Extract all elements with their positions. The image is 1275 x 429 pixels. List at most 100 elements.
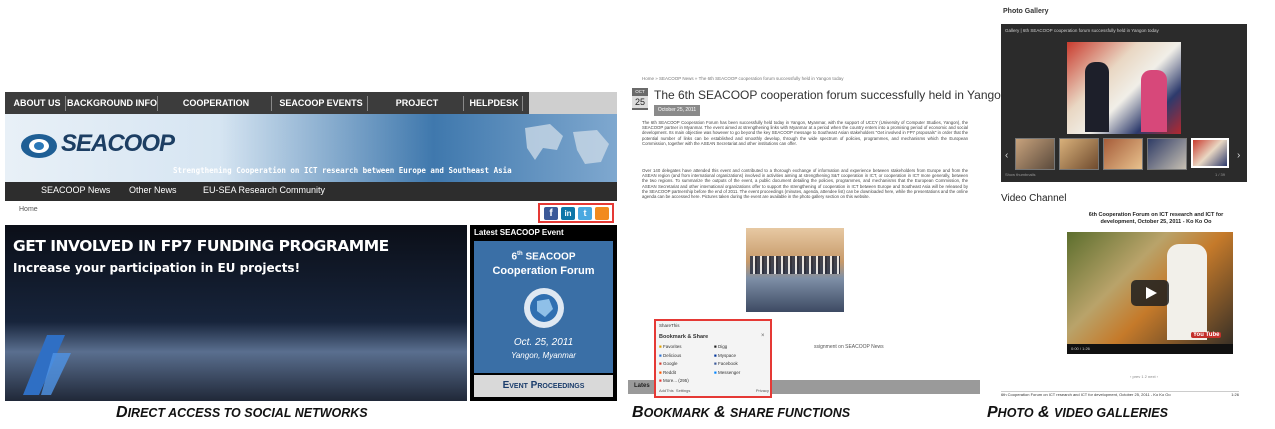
addthis-link[interactable]: AddThis [659,388,674,393]
facebook-icon[interactable]: f [544,207,558,220]
nav-background-info[interactable]: BACKGROUND INFO [67,96,158,111]
privacy-link[interactable]: Privacy [756,388,769,393]
video-pager[interactable]: ‹ prev 1 2 next › [1130,374,1158,379]
banner-tagline: Strengthening Cooperation on ICT researc… [173,166,512,175]
gallery-page-screenshot: Photo Gallery Gallery | 6th SEACOOP coop… [985,0,1270,402]
thumbnail-4[interactable] [1147,138,1187,170]
article-page-screenshot: Home » SEACOOP News » The 6th SEACOOP co… [628,72,1040,402]
video-controls[interactable]: 0:00 / 1:26 [1067,344,1233,354]
gallery-prev-icon[interactable]: ‹ [1005,150,1008,161]
date-day: 25 [632,96,648,108]
nav-cooperation-priorities[interactable]: COOPERATION PRIORITIES [161,96,272,123]
date-month: OCT [635,89,645,94]
thumbnail-2[interactable] [1059,138,1099,170]
photo-gallery-viewer: Gallery | 6th SEACOOP cooperation forum … [1001,24,1247,182]
nav-seacoop-events[interactable]: SEACOOP EVENTS [275,96,368,111]
caption-bookmark-share: BOOKMARK & SHARE FUNCTIONS [632,404,851,421]
date-badge: October 25, 2011 [654,105,700,116]
sharethis-toolbar[interactable]: ShareThis [659,323,680,328]
latest-event-panel: Latest SEACOOP Event 6th SEACOOP Coopera… [470,225,617,401]
gallery-header: Gallery | 6th SEACOOP cooperation forum … [1005,28,1159,33]
hero-banner[interactable]: GET INVOLVED IN FP7 FUNDING PROGRAMME In… [5,225,467,401]
video-time: 0:00 / 1:26 [1071,346,1090,351]
event-card: 6th SEACOOP Cooperation Forum Oct. 25, 2… [474,241,613,373]
share-google[interactable]: ■ Google [659,360,689,369]
video-list-duration: 1:26 [1231,392,1239,397]
nav-search-area [529,92,617,114]
breadcrumb[interactable]: Home [19,206,38,213]
speaker-figure [1167,244,1207,340]
event-date: Oct. 25, 2011 [513,337,574,348]
event-header: Latest SEACOOP Event [474,228,564,237]
group-photo-people [750,256,840,274]
share-favorites[interactable]: ■ Favorites [659,343,689,352]
bookmark-column-1: ■ Favorites ■ Delicious ■ Google ■ Reddi… [659,343,689,386]
subnav-eu-sea-community[interactable]: EU-SEA Research Community [203,185,325,195]
youtube-logo-icon[interactable]: You Tube [1191,332,1222,338]
share-delicious[interactable]: ■ Delicious [659,352,689,361]
hero-subtitle: Increase your participation in EU projec… [13,261,301,275]
gallery-main-photo[interactable] [1067,42,1181,134]
close-icon[interactable]: × [761,333,765,339]
article-photo[interactable] [746,228,844,312]
logo-text: SEACOOP [61,130,175,157]
bookmark-footer: AddThis Settings Privacy [659,388,769,393]
hero-title: GET INVOLVED IN FP7 FUNDING PROGRAMME [13,237,389,255]
seacoop-logo-icon [21,134,57,158]
share-messenger[interactable]: ■ Messenger [714,369,740,378]
article-breadcrumb[interactable]: Home » SEACOOP News » The 6th SEACOOP co… [642,76,843,81]
sub-nav: SEACOOP News Other News EU-SEA Research … [5,182,617,201]
video-list-title: 6th Cooperation Forum on ICT research an… [1001,392,1171,397]
twitter-icon[interactable]: t [578,207,592,220]
share-more[interactable]: ■ More... (295) [659,377,689,386]
play-icon [1146,287,1157,299]
nav-helpdesk[interactable]: HELPDESK [466,96,523,111]
world-map-icon [525,124,609,164]
event-name: Cooperation Forum [492,265,595,277]
video-channel-title: Video Channel [1001,193,1067,204]
video-player[interactable]: 0:00 / 1:26 You Tube [1067,232,1233,354]
bookmark-share-popup: ShareThis Bookmark & Share × ■ Favorites… [654,319,772,398]
bookmark-header: Bookmark & Share [659,334,709,340]
article-paragraph-1: The 6th SEACOOP Cooperation Forum has be… [642,120,968,146]
event-number: 6th SEACOOP [511,251,576,263]
person-right [1141,70,1167,132]
footer-tab: Lates [634,383,650,389]
person-left [1085,62,1109,132]
share-facebook[interactable]: ■ Facebook [714,360,740,369]
bookmark-column-2: ■ Digg ■ Myspace ■ Facebook ■ Messenger [714,343,740,377]
rss-icon[interactable] [595,207,609,220]
settings-link[interactable]: Settings [676,388,690,393]
gallery-footer-left[interactable]: Show thumbnails [1005,172,1035,177]
main-nav: ABOUT US BACKGROUND INFO COOPERATION PRI… [5,92,617,123]
caption-social-networks: DIRECT ACCESS TO SOCIAL NETWORKS [116,404,368,421]
globe-icon [524,288,564,328]
seacoop-homepage-screenshot: ABOUT US BACKGROUND INFO COOPERATION PRI… [5,92,617,402]
share-digg[interactable]: ■ Digg [714,343,740,352]
article-title: The 6th SEACOOP cooperation forum succes… [654,88,1041,102]
caption-photo-video: PHOTO & VIDEO GALLERIES [987,404,1168,421]
gallery-title: Photo Gallery [1003,8,1049,15]
share-myspace[interactable]: ■ Myspace [714,352,740,361]
event-proceedings-button[interactable]: Event Proceedings [474,375,613,397]
subnav-seacoop-news[interactable]: SEACOOP News [41,185,110,195]
social-icons-highlight: f in t [538,203,614,223]
gallery-counter: 1 / 39 [1215,172,1226,177]
thumbnail-1[interactable] [1015,138,1055,170]
event-place: Yangon, Myanmar [511,351,576,360]
linkedin-icon[interactable]: in [561,207,575,220]
gallery-next-icon[interactable]: › [1237,150,1240,161]
date-block: OCT 25 [632,88,648,110]
video-caption: 6th Cooperation Forum on ICT research an… [1088,212,1224,225]
thumbnail-5-selected[interactable] [1191,138,1229,168]
video-list-item[interactable]: 6th Cooperation Forum on ICT research an… [1001,391,1239,402]
site-banner: SEACOOP Strengthening Cooperation on ICT… [5,114,617,182]
share-reddit[interactable]: ■ Reddit [659,369,689,378]
subnav-other-news[interactable]: Other News [129,185,177,195]
thumbnail-3[interactable] [1103,138,1143,170]
fp7-logo-icon [23,335,71,395]
nav-about-us[interactable]: ABOUT US [9,96,66,111]
side-link[interactable]: ssignment on SEACOOP News [814,344,884,350]
nav-project-resources[interactable]: PROJECT RESOURCES [371,96,464,123]
play-button[interactable] [1131,280,1169,306]
